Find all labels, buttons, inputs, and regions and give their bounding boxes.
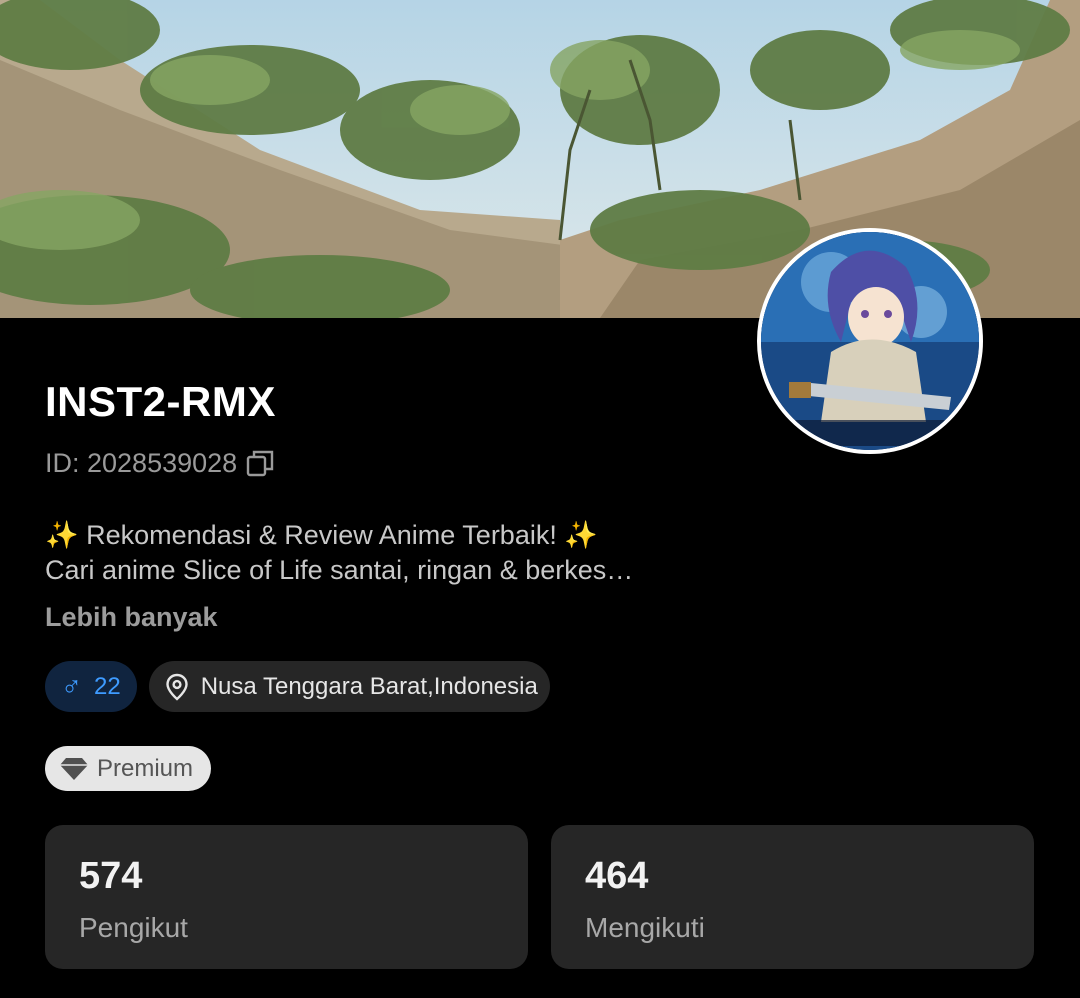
following-label: Mengikuti	[585, 912, 705, 943]
profile-page: INST2-RMX ID: 2028539028 ✨ Rekomendasi &…	[0, 0, 1080, 998]
location-text: Nusa Tenggara Barat,Indonesia	[200, 672, 538, 700]
profile-name: INST2-RMX	[45, 378, 276, 425]
user-id-row: ID: 2028539028	[45, 446, 275, 480]
diamond-icon	[59, 756, 89, 782]
profile-chips: ♂ 22 Nusa Tenggara Barat,Indonesia	[45, 661, 550, 712]
male-icon: ♂	[61, 670, 82, 702]
following-card[interactable]: 464 Mengikuti	[551, 825, 1034, 969]
user-id-text: ID: 2028539028	[45, 447, 238, 478]
bio: ✨ Rekomendasi & Review Anime Terbaik! ✨ …	[45, 518, 685, 588]
followers-label: Pengikut	[79, 912, 188, 943]
premium-label: Premium	[97, 754, 194, 782]
gender-age-chip: ♂ 22	[45, 661, 137, 712]
copy-icon[interactable]	[245, 448, 275, 478]
stats-row: 574 Pengikut 464 Mengikuti	[45, 825, 1034, 969]
location-pin-icon	[165, 673, 189, 701]
age-value: 22	[94, 672, 121, 700]
avatar[interactable]	[757, 228, 983, 454]
more-link[interactable]: Lebih banyak	[45, 602, 218, 633]
location-chip[interactable]: Nusa Tenggara Barat,Indonesia	[148, 661, 550, 712]
bio-line-1: ✨ Rekomendasi & Review Anime Terbaik! ✨	[45, 520, 598, 550]
followers-count: 574	[79, 855, 143, 897]
followers-card[interactable]: 574 Pengikut	[45, 825, 528, 969]
following-count: 464	[585, 855, 649, 897]
bio-line-2: Cari anime Slice of Life santai, ringan …	[45, 555, 634, 585]
premium-badge[interactable]: Premium	[45, 746, 212, 791]
